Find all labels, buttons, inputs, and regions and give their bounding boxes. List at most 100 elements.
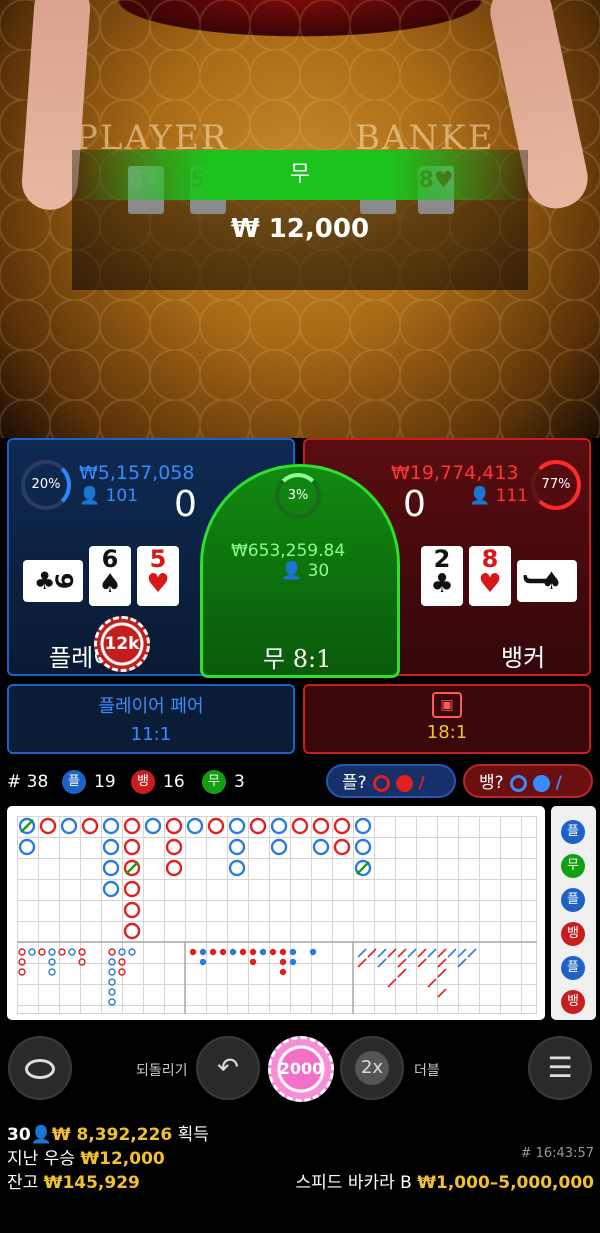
player-pair-bet-spot[interactable]: 플레이어 페어 11:1 xyxy=(7,684,295,754)
round-number: # 38 xyxy=(7,772,49,792)
small-road-dot xyxy=(239,948,247,956)
small-road-dot xyxy=(219,948,227,956)
small-road-dot xyxy=(199,948,207,956)
banker-bettor-count: 👤 111 xyxy=(469,486,529,506)
road-mark xyxy=(144,817,162,835)
banker-pair-odds: 18:1 xyxy=(426,722,468,743)
cockroach-blue-slash-icon: ∕ xyxy=(555,773,562,793)
cockroach-slash xyxy=(437,958,447,968)
cockroach-slash xyxy=(457,958,467,968)
bead-road-strip[interactable]: 플 무 플 뱅 플 뱅 xyxy=(551,806,596,1020)
road-mark xyxy=(123,901,141,919)
road-mark xyxy=(102,880,120,898)
people-icon: 👤 xyxy=(30,1125,52,1145)
big-road-blue-circle-icon xyxy=(509,774,527,792)
road-mark xyxy=(312,838,330,856)
undo-icon: ↶ xyxy=(217,1053,239,1083)
road-mark xyxy=(18,838,36,856)
tie-percent-ring: 3% xyxy=(275,473,321,519)
bigeye-mark xyxy=(78,958,86,966)
road-mark xyxy=(333,838,351,856)
tie-total-amount: ₩653,259.84 xyxy=(231,541,346,561)
cockroach-slash xyxy=(437,948,447,958)
cockroach-slash xyxy=(357,948,367,958)
bigeye-mark xyxy=(28,948,36,956)
road-mark xyxy=(333,817,351,835)
round-time: # 16:43:57 xyxy=(520,1146,594,1161)
bigeye-mark xyxy=(108,978,116,986)
small-road-dot xyxy=(279,948,287,956)
person-icon: 👤 xyxy=(469,486,491,506)
tie-bet-spot[interactable]: 3% ₩653,259.84 👤 30 무 8:1 xyxy=(200,464,400,678)
cockroach-slash xyxy=(397,948,407,958)
cockroach-slash xyxy=(367,948,377,958)
banker-total-amount: ₩19,774,413 xyxy=(391,462,519,484)
footer-info: 30👤₩ 8,392,226 획득 지난 우승 ₩12,000 잔고 ₩145,… xyxy=(0,1116,600,1233)
bigeye-mark xyxy=(108,998,116,1006)
double-icon: 2x xyxy=(355,1051,389,1085)
bigeye-mark xyxy=(108,948,116,956)
bigeye-mark xyxy=(78,948,86,956)
road-mark xyxy=(312,817,330,835)
undo-button[interactable]: ↶ xyxy=(196,1036,260,1100)
result-banner: 무 ₩ 12,000 xyxy=(72,150,528,290)
cockroach-slash xyxy=(427,948,437,958)
road-mark xyxy=(165,859,183,877)
bigeye-mark xyxy=(108,958,116,966)
small-road-dot xyxy=(309,948,317,956)
person-icon: 👤 xyxy=(79,486,101,506)
cockroach-slash xyxy=(417,958,427,968)
menu-button[interactable]: ☰ xyxy=(528,1036,592,1100)
double-button[interactable]: 2x xyxy=(340,1036,404,1100)
small-road-dot xyxy=(199,958,207,966)
win-amount: ₩ 12,000 xyxy=(230,214,370,244)
road-mark xyxy=(123,817,141,835)
road-mark xyxy=(207,817,225,835)
bigeye-mark xyxy=(118,958,126,966)
banker-card-3: J♠ xyxy=(517,560,577,602)
banker-pair-bet-spot[interactable]: ▣ 18:1 xyxy=(303,684,591,754)
bead-road-item: 무 xyxy=(561,854,585,878)
cockroach-slash xyxy=(357,958,367,968)
bigeye-mark xyxy=(48,968,56,976)
road-mark xyxy=(81,817,99,835)
roadmap-marks xyxy=(17,817,537,1014)
banker-card-2: 8 ♥ xyxy=(469,546,511,606)
road-mark xyxy=(186,817,204,835)
bigeye-mark xyxy=(58,948,66,956)
cockroach-slash xyxy=(377,948,387,958)
cockroach-slash xyxy=(467,948,477,958)
double-label: 더블 xyxy=(414,1063,440,1079)
bead-road-item: 플 xyxy=(561,888,585,912)
player-win-count: 19 xyxy=(94,772,116,792)
player-card-3: 5 ♥ xyxy=(137,546,179,606)
roadmap-board[interactable] xyxy=(7,806,545,1020)
road-mark xyxy=(165,817,183,835)
small-road-dot xyxy=(279,958,287,966)
small-road-dot xyxy=(289,948,297,956)
road-mark xyxy=(123,922,141,940)
cockroach-slash xyxy=(457,948,467,958)
cockroach-slash xyxy=(437,988,447,998)
bigeye-mark xyxy=(68,948,76,956)
card-pair-icon: ▣ xyxy=(432,692,462,718)
bigeye-mark xyxy=(118,948,126,956)
cockroach-slash xyxy=(447,948,457,958)
small-road-red-dot-icon xyxy=(395,774,413,792)
road-mark xyxy=(228,838,246,856)
small-road-blue-dot-icon xyxy=(532,774,550,792)
small-road-dot xyxy=(249,958,257,966)
banker-percent-ring: 77% xyxy=(531,460,581,510)
cockroach-slash xyxy=(407,948,417,958)
road-mark xyxy=(102,859,120,877)
bigeye-mark xyxy=(18,968,26,976)
bead-road-item: 뱅 xyxy=(561,990,585,1014)
chip-stack-button[interactable] xyxy=(8,1036,72,1100)
selected-chip[interactable]: 2000 xyxy=(268,1036,334,1102)
chip-stack-icon xyxy=(25,1058,55,1079)
player-total-amount: ₩5,157,058 xyxy=(79,462,195,484)
player-predict-button[interactable]: 플? ∕ xyxy=(326,764,456,798)
banker-predict-button[interactable]: 뱅? ∕ xyxy=(463,764,593,798)
cockroach-slash xyxy=(387,978,397,988)
banker-badge: 뱅 xyxy=(131,770,155,794)
